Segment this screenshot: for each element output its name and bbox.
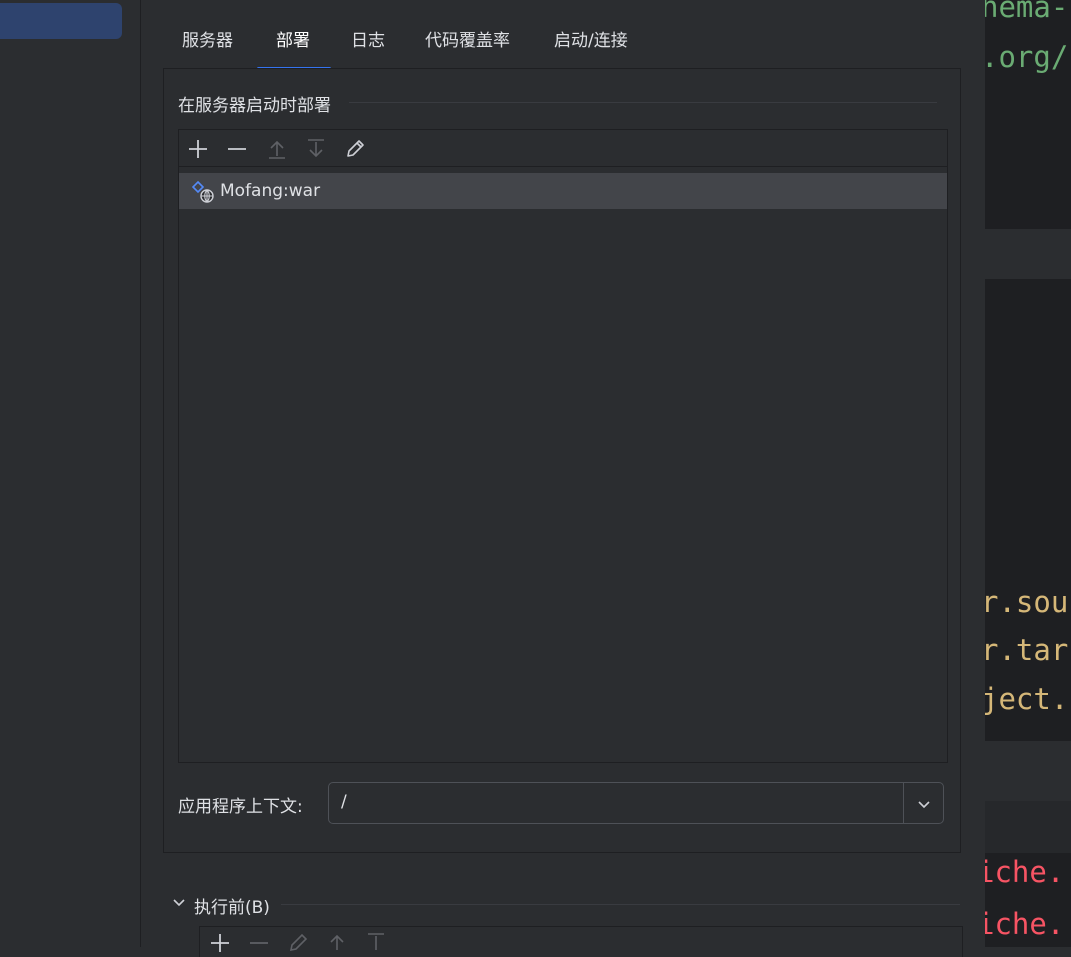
remove-icon[interactable] <box>225 137 249 161</box>
code-fragment: iche. <box>985 907 1065 941</box>
list-item[interactable]: Mofang:war <box>179 173 947 209</box>
tab-logs[interactable]: 日志 <box>351 26 385 70</box>
add-icon[interactable] <box>208 931 232 955</box>
deploy-group-title: 在服务器启动时部署 <box>178 96 331 116</box>
code-fragment: .org/ <box>985 40 1069 74</box>
code-fragment: iche. <box>985 855 1065 889</box>
app-context-combobox[interactable]: / <box>328 782 944 824</box>
move-up-icon[interactable] <box>325 931 349 955</box>
add-icon[interactable] <box>186 137 210 161</box>
editor-highlight-band <box>985 229 1071 279</box>
artifact-web-icon <box>191 180 215 204</box>
collapse-chevron-icon[interactable] <box>171 894 187 910</box>
before-launch-toolbar <box>199 926 963 957</box>
tab-startup-connection[interactable]: 启动/连接 <box>554 26 628 70</box>
group-divider <box>281 904 960 905</box>
editor-highlight-band <box>985 741 1071 801</box>
group-divider <box>349 102 937 103</box>
deployment-list: Mofang:war <box>178 129 948 763</box>
move-down-icon[interactable] <box>304 137 328 161</box>
edit-icon[interactable] <box>286 931 310 955</box>
settings-sidebar <box>0 0 141 947</box>
move-down-icon[interactable] <box>364 931 388 955</box>
tab-deployment[interactable]: 部署 <box>276 26 310 70</box>
list-toolbar <box>179 130 947 167</box>
code-fragment: r.sou <box>985 585 1069 619</box>
tab-server[interactable]: 服务器 <box>182 26 233 70</box>
run-config-editor: 服务器 部署 日志 代码覆盖率 启动/连接 在服务器启动时部署 Mofang:w… <box>141 0 984 957</box>
app-context-label: 应用程序上下文: <box>178 797 303 817</box>
before-launch-title[interactable]: 执行前(B) <box>194 893 270 918</box>
edit-icon[interactable] <box>343 137 367 161</box>
code-fragment: ject. <box>985 682 1069 716</box>
artifact-label: Mofang:war <box>220 181 321 201</box>
combo-separator <box>903 783 904 823</box>
remove-icon[interactable] <box>247 931 271 955</box>
code-editor-background: hema- .org/ r.sou r.tar ject. iche. iche… <box>985 0 1071 947</box>
sidebar-selected-item[interactable] <box>0 3 122 39</box>
tab-bar: 服务器 部署 日志 代码覆盖率 启动/连接 <box>141 0 984 70</box>
deployment-panel: 在服务器启动时部署 Mofang:war 应用程序上下文: / <box>163 68 961 853</box>
chevron-down-icon[interactable] <box>915 795 933 813</box>
app-context-value[interactable]: / <box>341 792 347 812</box>
tab-code-coverage[interactable]: 代码覆盖率 <box>425 26 510 70</box>
code-fragment: hema- <box>985 0 1069 24</box>
move-up-icon[interactable] <box>265 137 289 161</box>
editor-highlight-band <box>985 801 1071 853</box>
code-fragment: r.tar <box>985 633 1069 667</box>
